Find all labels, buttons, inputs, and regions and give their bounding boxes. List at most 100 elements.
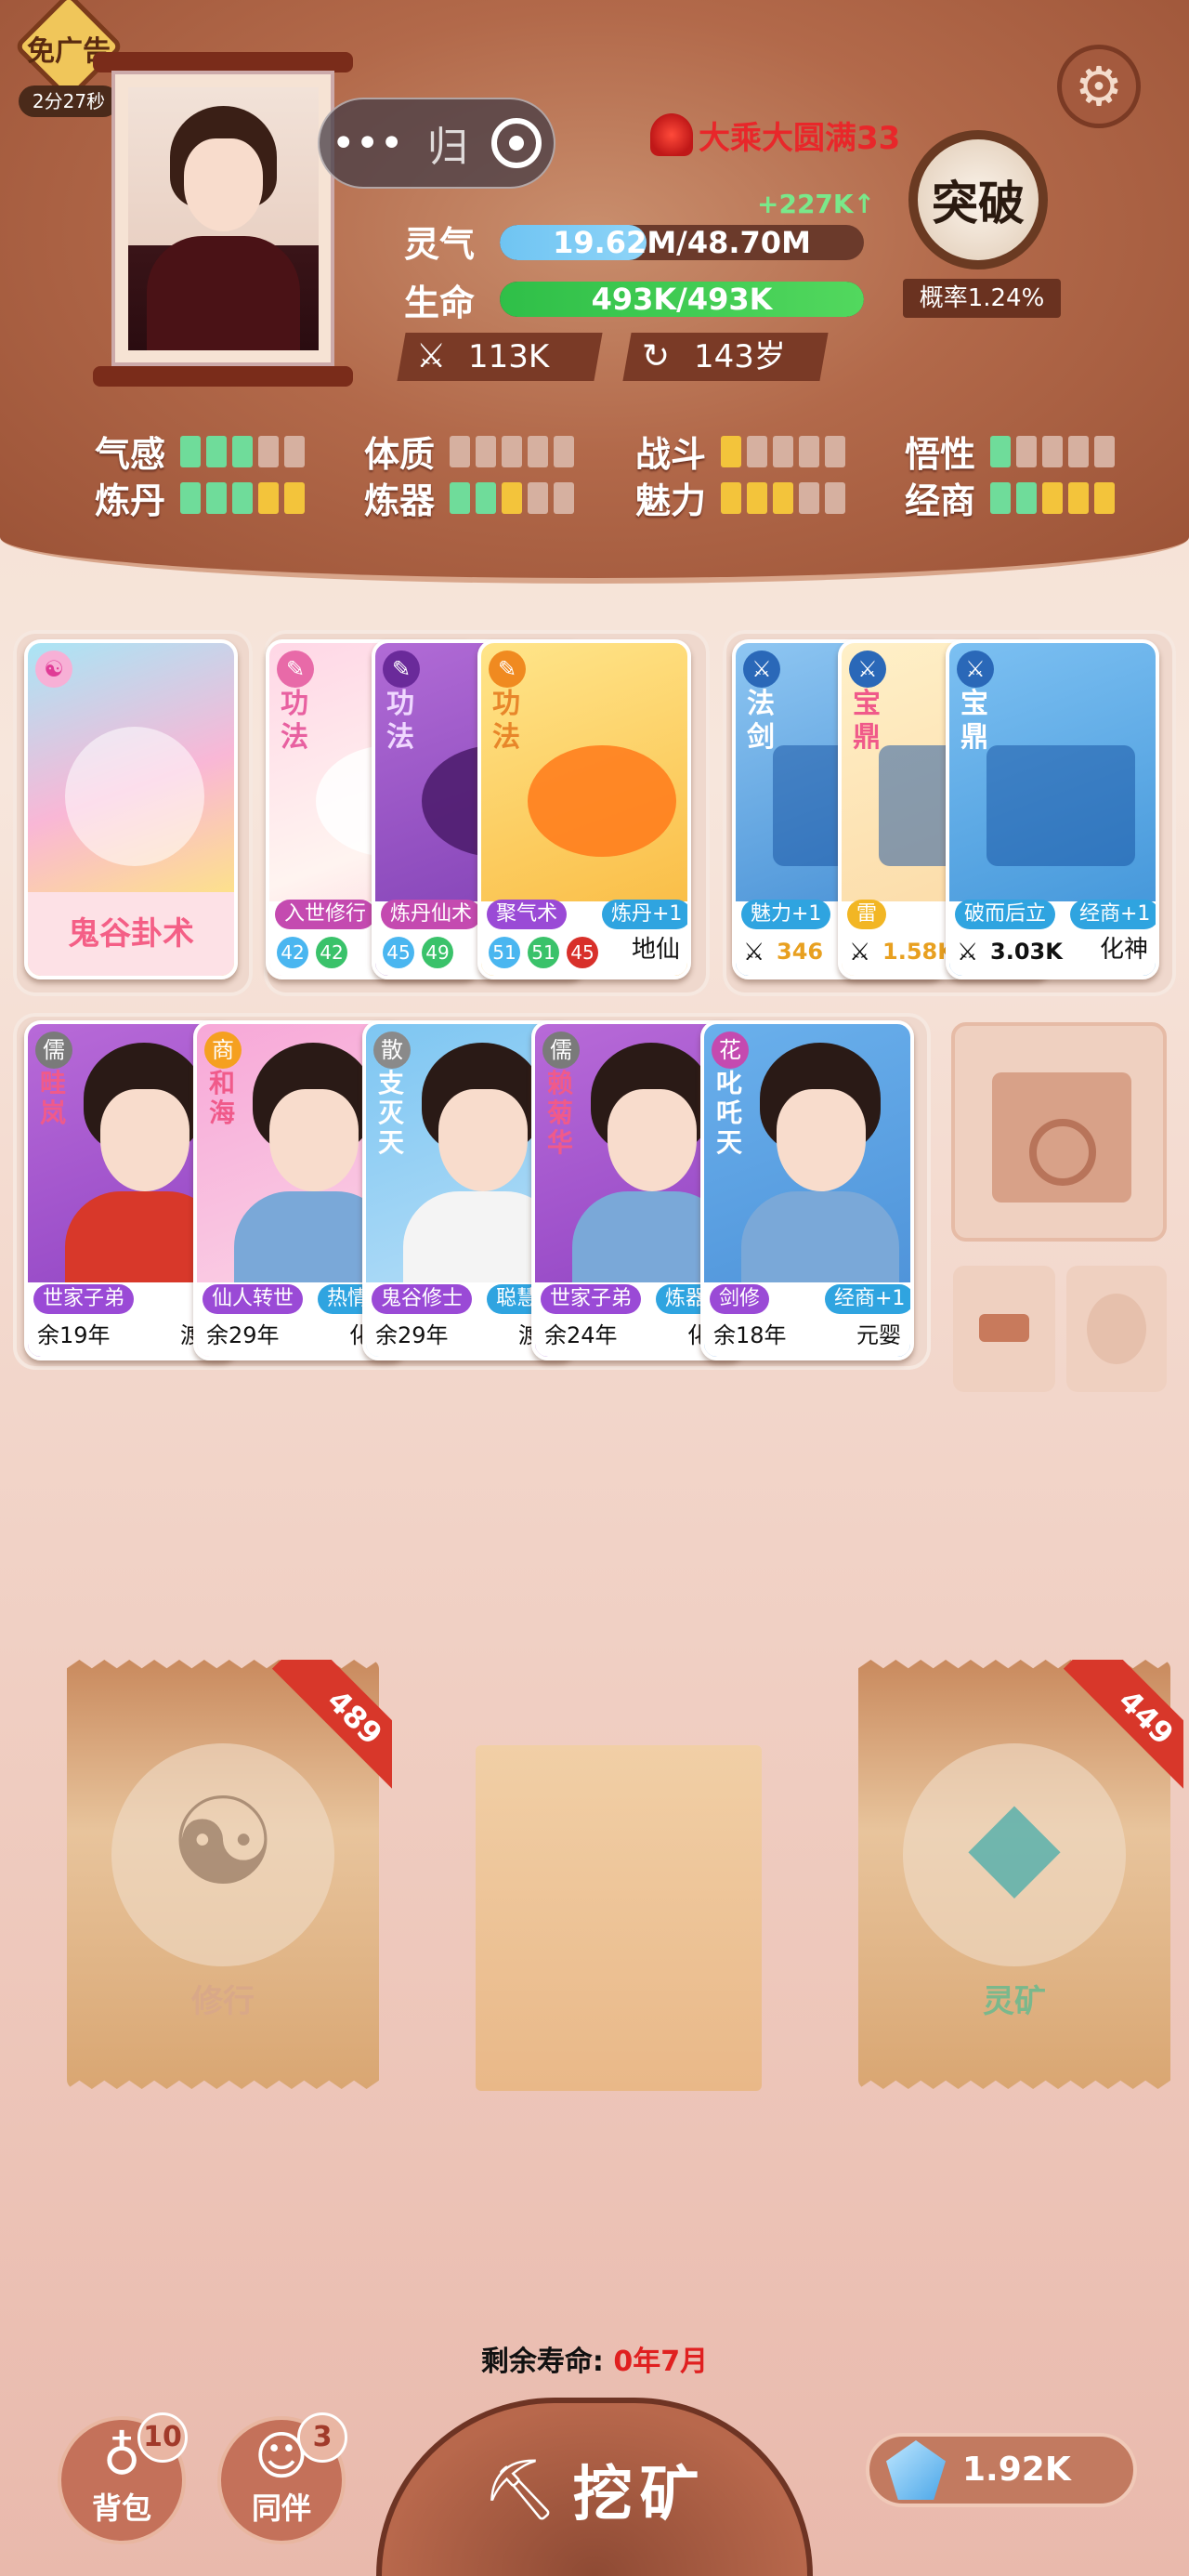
companion-rank: 元婴 (856, 1322, 901, 1348)
treasure-bonus: 经商+1 (1070, 900, 1156, 929)
companion-lifespan: 余29年 (206, 1322, 280, 1348)
attribute-pip (258, 435, 280, 467)
sword-emblem-icon: ⚔ (849, 651, 886, 688)
portrait-scroll[interactable] (93, 52, 353, 387)
attribute-pip (528, 435, 549, 467)
attribute-pip (180, 435, 202, 467)
cultivation-pack[interactable]: ☯ 修行 489 (67, 1660, 392, 2089)
attribute-name: 经商 (905, 480, 976, 521)
attribute-pip (990, 435, 1012, 467)
box-button[interactable] (953, 1266, 1055, 1392)
life-label: 生命 (404, 283, 476, 323)
companion-sect-tag: 商 (204, 1032, 242, 1069)
attribute-2: 战斗 (635, 426, 846, 477)
attribute-pip (284, 481, 306, 514)
attribute-pip (528, 481, 549, 514)
companion-name: 畦岚 (39, 1068, 66, 1128)
attribute-name: 气感 (95, 434, 166, 475)
attribute-pip (476, 481, 497, 514)
attribute-name: 战斗 (635, 434, 707, 475)
attribute-pip (1068, 481, 1090, 514)
attribute-pip (990, 481, 1012, 514)
draw-slot[interactable] (476, 1745, 762, 2091)
swords-icon: ⚔ (416, 337, 447, 375)
companion-sect-tag: 散 (373, 1032, 411, 1069)
attribute-name: 魅力 (635, 480, 707, 521)
miniprogram-capsule[interactable]: ••• 归 (318, 98, 555, 189)
age-value: 143岁 (694, 338, 786, 375)
technique-title: 功法 (492, 688, 520, 754)
attribute-pip (1094, 481, 1116, 514)
technique-stat: 42 (277, 937, 308, 968)
scroll-button[interactable] (1066, 1266, 1167, 1392)
partner-button[interactable]: ☺ 同伴 3 (217, 2412, 347, 2544)
companion-face (777, 1089, 866, 1191)
technique-stat: 45 (383, 937, 414, 968)
breakthrough-probability: 概率1.24% (903, 279, 1061, 318)
capsule-title: 归 (426, 124, 468, 171)
attribute-4: 炼丹 (95, 472, 306, 523)
spirit-ore-pack[interactable]: ◆ 灵矿 449 (858, 1660, 1183, 2089)
ore-count-ribbon: 449 (1044, 1660, 1183, 1799)
attribute-0: 气感 (95, 426, 306, 477)
attribute-pip (721, 481, 742, 514)
technique-stat: 45 (567, 937, 598, 968)
attribute-pip (747, 435, 768, 467)
companion-sect-tag: 儒 (35, 1032, 72, 1069)
attribute-pip (773, 481, 794, 514)
attack-tag: ⚔ 113K (397, 333, 603, 381)
companion-card[interactable]: 花叱吒天 剑修 经商+1 余18年 元婴 (700, 1020, 914, 1360)
lifespan-label: 剩余寿命: (480, 2346, 614, 2378)
treasure-title: 宝鼎 (960, 688, 988, 754)
skill-card-name: 鬼谷卦术 (68, 915, 194, 953)
treasure-card[interactable]: ⚔ 宝鼎 破而后立 经商+1 ⚔ 3.03K 化神 (946, 639, 1159, 979)
partner-count: 3 (297, 2412, 347, 2463)
technique-trait: 炼丹仙术 (381, 900, 482, 929)
flame-book-icon (528, 745, 676, 857)
attribute-pip (554, 481, 575, 514)
crystal-gem-icon (886, 2440, 946, 2500)
treasure-trait: 雷 (847, 900, 887, 929)
companion-face (608, 1089, 697, 1191)
attribute-pip (799, 435, 820, 467)
attribute-pip (232, 435, 254, 467)
companion-trait: 鬼谷修士 (372, 1284, 473, 1314)
crystal-currency[interactable]: 1.92K (866, 2433, 1137, 2507)
shop-building-button[interactable] (951, 1022, 1167, 1242)
cultivation-count: 489 (271, 1660, 392, 1799)
skill-card[interactable]: ☯ 鬼谷卦术 (24, 639, 238, 979)
scroll-icon: ✎ (489, 651, 526, 688)
breakthrough-label: 突破 (932, 176, 1025, 230)
bag-button[interactable]: ♁ 背包 10 (58, 2412, 188, 2544)
attribute-name: 体质 (364, 434, 436, 475)
attribute-pip (232, 481, 254, 514)
flame-icon (650, 113, 693, 156)
companion-name: 叱吒天 (715, 1068, 742, 1158)
mine-button[interactable]: ⛏ 挖矿 (376, 2398, 813, 2576)
attribute-pip (1042, 481, 1064, 514)
cultivation-pack-name: 修行 (191, 1983, 255, 2020)
companion-trait: 世家子弟 (541, 1284, 642, 1314)
companion-face (269, 1089, 359, 1191)
crystal-amount: 1.92K (962, 2451, 1071, 2489)
breakthrough-button[interactable]: 突破 (908, 130, 1048, 269)
technique-stat: 49 (422, 937, 453, 968)
more-dots-icon[interactable]: ••• (332, 120, 404, 167)
portrait-paper (111, 71, 334, 366)
life-value: 493K/493K (591, 282, 773, 317)
technique-stat: 51 (489, 937, 520, 968)
technique-card[interactable]: ✎ 功法 聚气术 炼丹+1 51 51 45 地仙 (477, 639, 691, 979)
swords-icon: ⚔ (743, 939, 765, 966)
player-avatar (128, 87, 319, 350)
realm-label: 大乘大圆满33 (699, 119, 901, 157)
coin-icon (1029, 1119, 1096, 1186)
attribute-pip (747, 481, 768, 514)
settings-button[interactable]: ⚙ (1057, 45, 1141, 128)
swords-icon: ⚔ (849, 939, 871, 966)
attribute-pip (799, 481, 820, 514)
close-ring-icon[interactable] (491, 118, 542, 168)
attribute-pip (502, 435, 523, 467)
scroll-rod-top (93, 52, 353, 72)
companion-trait: 剑修 (710, 1284, 770, 1314)
companion-name: 和海 (208, 1068, 235, 1128)
